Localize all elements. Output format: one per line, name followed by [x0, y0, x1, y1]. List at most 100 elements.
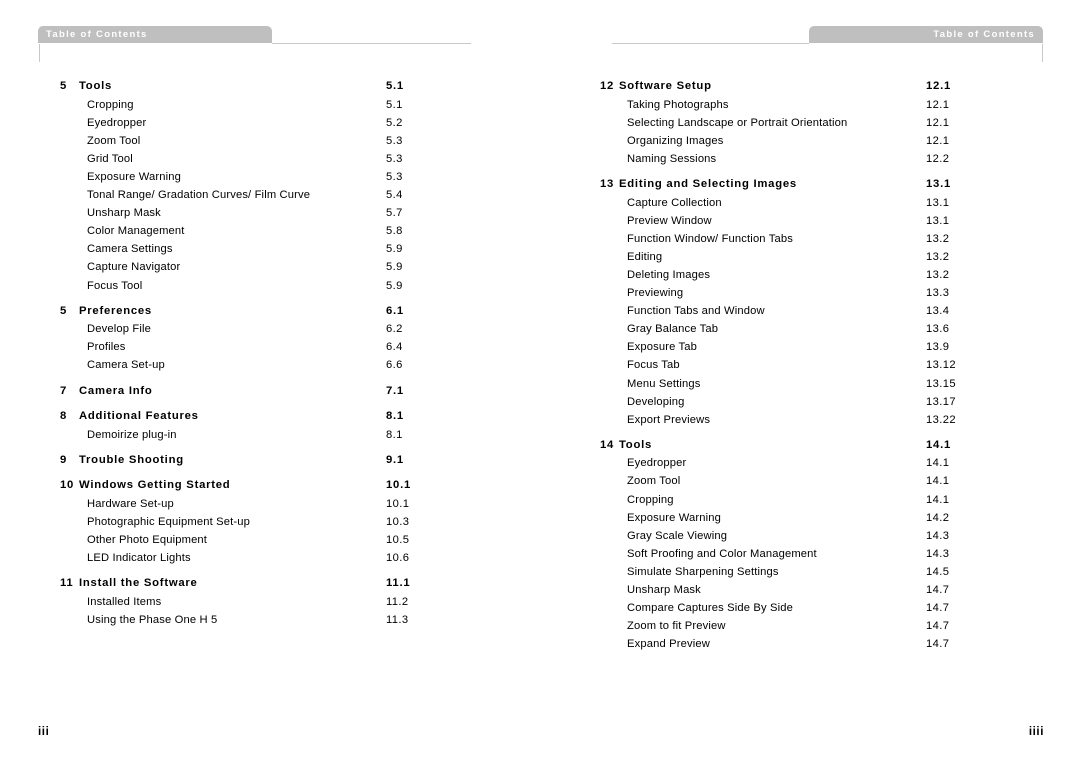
toc-entry-row[interactable]: Photographic Equipment Set-up 10.3 — [60, 513, 456, 531]
toc-entry-row[interactable]: Taking Photographs 12.1 — [600, 96, 996, 114]
toc-page-number: 5.8 — [386, 225, 403, 238]
toc-heading-number: 10 — [60, 479, 75, 492]
toc-entry-row[interactable]: Camera Settings 5.9 — [60, 240, 456, 258]
toc-heading-number: 14 — [600, 438, 615, 451]
toc-entry-row[interactable]: Exposure Warning 5.3 — [60, 168, 456, 186]
toc-entry-row[interactable]: Zoom Tool 14.1 — [600, 472, 996, 490]
toc-page-number: 10.1 — [386, 497, 410, 510]
toc-entry-row[interactable]: Color Management 5.8 — [60, 222, 456, 240]
toc-page-number: 14.1 — [926, 475, 950, 488]
toc-entry-row[interactable]: Tonal Range/ Gradation Curves/ Film Curv… — [60, 186, 456, 204]
toc-page-number: 12.1 — [926, 134, 950, 147]
toc-entry-row[interactable]: Cropping 5.1 — [60, 96, 456, 114]
toc-page-number: 13.22 — [926, 413, 956, 426]
toc-page-number: 14.5 — [926, 565, 950, 578]
toc-heading-row[interactable]: 5 Preferences 6.1 — [60, 295, 456, 321]
toc-entry-row[interactable]: Soft Proofing and Color Management 14.3 — [600, 545, 996, 563]
toc-entry-row[interactable]: Expand Preview 14.7 — [600, 635, 996, 653]
toc-entry-row[interactable]: Gray Balance Tab 13.6 — [600, 320, 996, 338]
toc-entry-title: Compare Captures Side By Side — [627, 602, 794, 615]
toc-entry-title: Deleting Images — [627, 268, 711, 281]
toc-page-number: 12.1 — [926, 116, 950, 129]
toc-entry-row[interactable]: Naming Sessions 12.2 — [600, 150, 996, 168]
toc-entry-title: Exposure Warning — [87, 170, 182, 183]
toc-entry-row[interactable]: Camera Set-up 6.6 — [60, 356, 456, 374]
toc-heading-title: Camera Info — [79, 384, 153, 397]
toc-entry-row[interactable]: Eyedropper 5.2 — [60, 114, 456, 132]
toc-entry-title: Organizing Images — [627, 134, 724, 147]
toc-entry-row[interactable]: Other Photo Equipment 10.5 — [60, 531, 456, 549]
toc-entry-title: Zoom to fit Preview — [627, 620, 726, 633]
toc-entry-row[interactable]: Develop File 6.2 — [60, 320, 456, 338]
toc-entry-row[interactable]: Compare Captures Side By Side 14.7 — [600, 599, 996, 617]
toc-entry-row[interactable]: Selecting Landscape or Portrait Orientat… — [600, 114, 996, 132]
toc-entry-row[interactable]: Focus Tool 5.9 — [60, 277, 456, 295]
toc-heading-row[interactable]: 11 Install the Software 11.1 — [60, 567, 456, 593]
toc-page-number: 13.6 — [926, 323, 950, 336]
toc-entry-row[interactable]: Developing 13.17 — [600, 393, 996, 411]
toc-entry-title: Cropping — [87, 98, 134, 111]
toc-entry-row[interactable]: Zoom to fit Preview 14.7 — [600, 617, 996, 635]
folio-left: iii — [38, 726, 50, 738]
toc-entry-title: Camera Settings — [87, 243, 173, 256]
toc-page-number: 6.1 — [386, 304, 404, 317]
toc-entry-row[interactable]: Profiles 6.4 — [60, 338, 456, 356]
toc-entry-row[interactable]: Gray Scale Viewing 14.3 — [600, 527, 996, 545]
toc-heading-row[interactable]: 12 Software Setup 12.1 — [600, 78, 996, 96]
toc-entry-row[interactable]: LED Indicator Lights 10.6 — [60, 549, 456, 567]
toc-entry-row[interactable]: Hardware Set-up 10.1 — [60, 495, 456, 513]
toc-entry-row[interactable]: Menu Settings 13.15 — [600, 375, 996, 393]
toc-entry-row[interactable]: Function Tabs and Window 13.4 — [600, 302, 996, 320]
toc-entry-row[interactable]: Unsharp Mask 14.7 — [600, 581, 996, 599]
toc-heading-row[interactable]: 10 Windows Getting Started 10.1 — [60, 469, 456, 495]
toc-entry-title: Grid Tool — [87, 152, 133, 165]
toc-entry-row[interactable]: Organizing Images 12.1 — [600, 132, 996, 150]
toc-page-number: 13.1 — [926, 177, 951, 190]
toc-heading-row[interactable]: 8 Additional Features 8.1 — [60, 400, 456, 426]
toc-entry-row[interactable]: Preview Window 13.1 — [600, 212, 996, 230]
toc-entry-row[interactable]: Grid Tool 5.3 — [60, 150, 456, 168]
toc-entry-title: Gray Scale Viewing — [627, 529, 728, 542]
toc-entry-row[interactable]: Demoirize plug-in 8.1 — [60, 426, 456, 444]
toc-entry-row[interactable]: Exposure Warning 14.2 — [600, 509, 996, 527]
toc-page-number: 5.2 — [386, 116, 403, 129]
toc-column-right: 12 Software Setup 12.1 Taking Photographs 12… — [600, 78, 996, 653]
toc-entry-title: Focus Tab — [627, 359, 680, 372]
toc-heading-row[interactable]: 7 Camera Info 7.1 — [60, 375, 456, 401]
toc-entry-row[interactable]: Capture Navigator 5.9 — [60, 258, 456, 276]
toc-entry-row[interactable]: Capture Collection 13.1 — [600, 194, 996, 212]
toc-list-left: 5 Tools 5.1 Cropping 5.1 Eyedropper 5.2 Zoom To… — [60, 78, 456, 629]
toc-entry-title: Hardware Set-up — [87, 497, 174, 510]
toc-entry-row[interactable]: Function Window/ Function Tabs 13.2 — [600, 230, 996, 248]
toc-entry-row[interactable]: Deleting Images 13.2 — [600, 266, 996, 284]
toc-heading-row[interactable]: 13 Editing and Selecting Images 13.1 — [600, 168, 996, 194]
toc-heading-row[interactable]: 14 Tools 14.1 — [600, 429, 996, 455]
toc-entry-row[interactable]: Installed Items 11.2 — [60, 593, 456, 611]
toc-entry-row[interactable]: Focus Tab 13.12 — [600, 356, 996, 374]
toc-page-number: 14.7 — [926, 584, 950, 597]
toc-entry-row[interactable]: Export Previews 13.22 — [600, 411, 996, 429]
toc-entry-title: Focus Tool — [87, 279, 143, 292]
toc-entry-title: Unsharp Mask — [87, 207, 161, 220]
toc-entry-title: Capture Navigator — [87, 261, 181, 274]
toc-entry-row[interactable]: Zoom Tool 5.3 — [60, 132, 456, 150]
toc-page-number: 5.9 — [386, 261, 403, 274]
toc-entry-row[interactable]: Eyedropper 14.1 — [600, 454, 996, 472]
header-vertical-rule-right — [1042, 44, 1043, 62]
toc-page-number: 5.9 — [386, 279, 403, 292]
toc-entry-title: Editing — [627, 250, 663, 263]
toc-entry-title: Gray Balance Tab — [627, 323, 719, 336]
toc-entry-row[interactable]: Exposure Tab 13.9 — [600, 338, 996, 356]
toc-entry-row[interactable]: Editing 13.2 — [600, 248, 996, 266]
toc-column-left: 5 Tools 5.1 Cropping 5.1 Eyedropper 5.2 Zoom To… — [60, 78, 456, 629]
toc-entry-row[interactable]: Cropping 14.1 — [600, 491, 996, 509]
toc-entry-row[interactable]: Simulate Sharpening Settings 14.5 — [600, 563, 996, 581]
toc-heading-row[interactable]: 5 Tools 5.1 — [60, 78, 456, 96]
toc-heading-row[interactable]: 9 Trouble Shooting 9.1 — [60, 444, 456, 470]
toc-entry-row[interactable]: Unsharp Mask 5.7 — [60, 204, 456, 222]
toc-entry-title: Capture Collection — [627, 196, 722, 209]
header-rule-right — [612, 43, 809, 44]
toc-entry-row[interactable]: Using the Phase One H 5 11.3 — [60, 611, 456, 629]
toc-entry-row[interactable]: Previewing 13.3 — [600, 284, 996, 302]
toc-heading-number: 9 — [60, 453, 68, 466]
